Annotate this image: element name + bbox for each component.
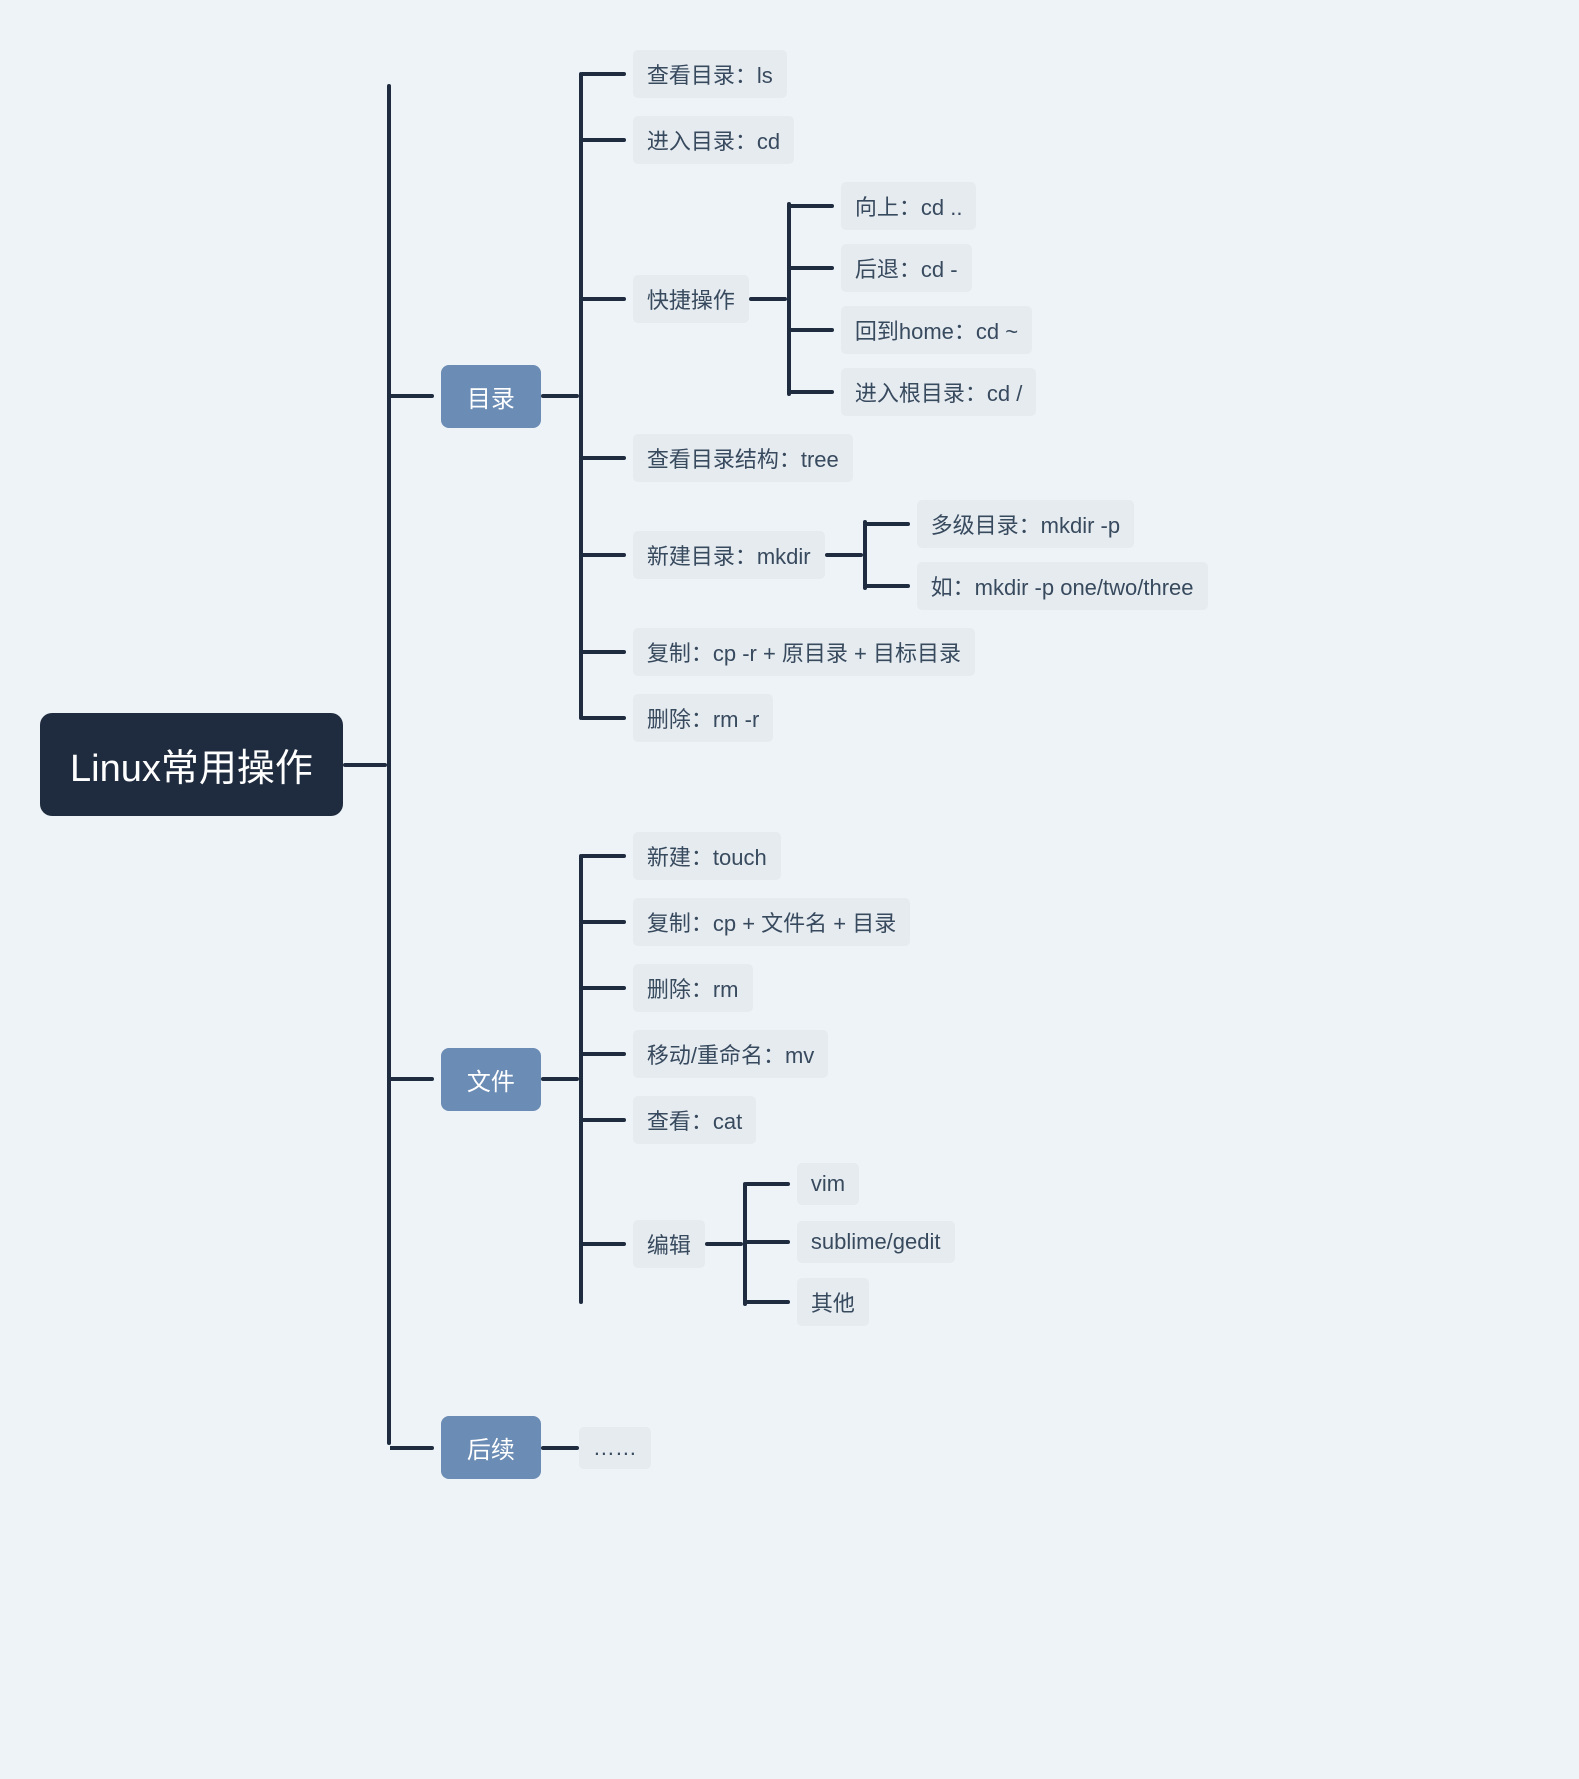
connector bbox=[746, 1182, 790, 1186]
connector bbox=[790, 204, 834, 208]
connector bbox=[866, 522, 910, 526]
dir-mkdir[interactable]: 新建目录：mkdir bbox=[633, 531, 825, 579]
connector bbox=[582, 650, 626, 654]
connector bbox=[343, 763, 387, 767]
connector bbox=[749, 297, 787, 301]
more-etc[interactable]: …… bbox=[579, 1427, 651, 1469]
file-edit[interactable]: 编辑 bbox=[633, 1220, 705, 1268]
more-fork: …… bbox=[541, 1426, 651, 1470]
file-cp[interactable]: 复制：cp + 文件名 + 目录 bbox=[633, 898, 910, 946]
connector bbox=[790, 390, 834, 394]
edit-fork: vim sublime/gedit 其他 bbox=[705, 1162, 955, 1326]
connector bbox=[863, 520, 867, 590]
connector bbox=[582, 72, 626, 76]
branch-dir: 目录 查看目录：ls 进入目录：cd 快捷操作 bbox=[391, 50, 1208, 742]
connector bbox=[582, 1118, 626, 1122]
edit-vim[interactable]: vim bbox=[797, 1163, 859, 1205]
shortcut-back[interactable]: 后退：cd - bbox=[841, 244, 972, 292]
connector bbox=[390, 1446, 434, 1450]
file-fork: 新建：touch 复制：cp + 文件名 + 目录 删除：rm 移动/重命名：m… bbox=[541, 832, 955, 1326]
connector bbox=[743, 1182, 747, 1306]
shortcut-fork: 向上：cd .. 后退：cd - 回到home：cd ~ 进入根目录：cd / bbox=[749, 182, 1036, 416]
dir-node[interactable]: 目录 bbox=[441, 365, 541, 428]
connector bbox=[541, 394, 579, 398]
file-node[interactable]: 文件 bbox=[441, 1048, 541, 1111]
shortcut-root[interactable]: 进入根目录：cd / bbox=[841, 368, 1036, 416]
connector bbox=[825, 553, 863, 557]
edit-other[interactable]: 其他 bbox=[797, 1278, 869, 1326]
connector bbox=[579, 72, 583, 720]
connector bbox=[541, 1077, 579, 1081]
edit-sublime[interactable]: sublime/gedit bbox=[797, 1221, 955, 1263]
branch-file: 文件 新建：touch 复制：cp + 文件名 + 目录 删除：rm 移动/重命… bbox=[391, 832, 1208, 1326]
connector bbox=[390, 394, 434, 398]
root-fork: 目录 查看目录：ls 进入目录：cd 快捷操作 bbox=[343, 50, 1208, 1479]
connector bbox=[582, 716, 626, 720]
dir-ls[interactable]: 查看目录：ls bbox=[633, 50, 787, 98]
file-mv[interactable]: 移动/重命名：mv bbox=[633, 1030, 828, 1078]
connector bbox=[390, 1077, 434, 1081]
connector bbox=[582, 553, 626, 557]
connector bbox=[582, 920, 626, 924]
connector bbox=[582, 456, 626, 460]
connector bbox=[582, 854, 626, 858]
mkdir-p[interactable]: 多级目录：mkdir -p bbox=[917, 500, 1134, 548]
connector bbox=[790, 266, 834, 270]
connector bbox=[582, 138, 626, 142]
dir-rm[interactable]: 删除：rm -r bbox=[633, 694, 773, 742]
file-touch[interactable]: 新建：touch bbox=[633, 832, 781, 880]
connector bbox=[541, 1446, 579, 1450]
connector bbox=[866, 584, 910, 588]
connector bbox=[582, 1052, 626, 1056]
connector bbox=[746, 1240, 790, 1244]
dir-cp[interactable]: 复制：cp -r + 原目录 + 目标目录 bbox=[633, 628, 975, 676]
dir-tree[interactable]: 查看目录结构：tree bbox=[633, 434, 853, 482]
connector bbox=[582, 986, 626, 990]
connector bbox=[787, 202, 791, 396]
file-cat[interactable]: 查看：cat bbox=[633, 1096, 756, 1144]
file-rm[interactable]: 删除：rm bbox=[633, 964, 753, 1012]
dir-cd[interactable]: 进入目录：cd bbox=[633, 116, 794, 164]
dir-fork: 查看目录：ls 进入目录：cd 快捷操作 向上：cd .. bbox=[541, 50, 1208, 742]
branch-more: 后续 …… bbox=[391, 1416, 1208, 1479]
dir-shortcut[interactable]: 快捷操作 bbox=[633, 275, 749, 323]
connector bbox=[582, 1242, 626, 1246]
shortcut-up[interactable]: 向上：cd .. bbox=[841, 182, 977, 230]
mindmap: Linux常用操作 目录 查看目录：ls 进入目录：cd bbox=[40, 50, 1539, 1479]
mkdir-eg[interactable]: 如：mkdir -p one/two/three bbox=[917, 562, 1208, 610]
connector bbox=[582, 297, 626, 301]
more-node[interactable]: 后续 bbox=[441, 1416, 541, 1479]
shortcut-home[interactable]: 回到home：cd ~ bbox=[841, 306, 1032, 354]
connector bbox=[790, 328, 834, 332]
connector bbox=[746, 1300, 790, 1304]
connector bbox=[705, 1242, 743, 1246]
connector bbox=[387, 84, 391, 1445]
root-node[interactable]: Linux常用操作 bbox=[40, 713, 343, 816]
mkdir-fork: 多级目录：mkdir -p 如：mkdir -p one/two/three bbox=[825, 500, 1208, 610]
